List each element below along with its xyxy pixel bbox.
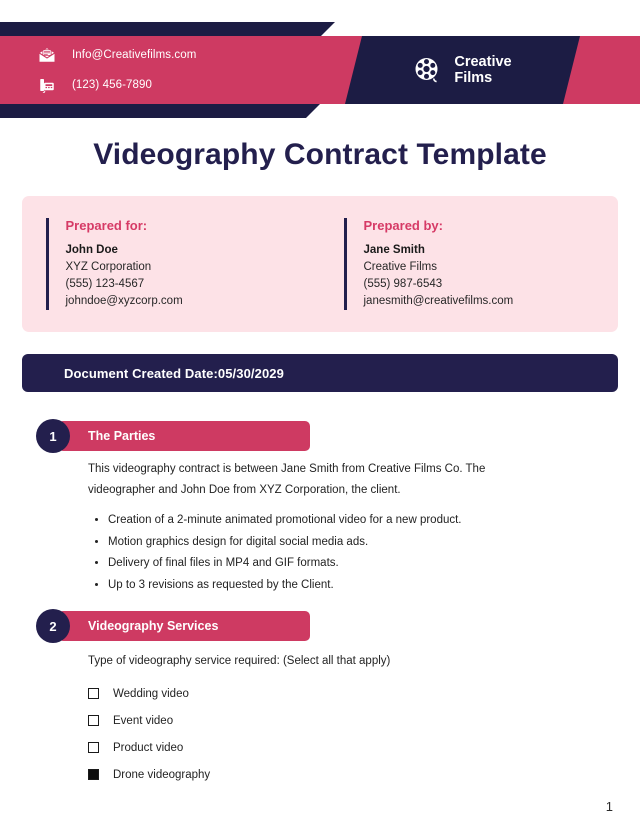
checkbox-label-wedding-video: Wedding video xyxy=(113,687,189,700)
section-2-number: 2 xyxy=(36,609,70,643)
section-1-bullet-list: Creation of a 2-minute animated promotio… xyxy=(108,511,548,598)
prepared-by-name: Jane Smith xyxy=(363,244,425,256)
prepared-for-accent-bar xyxy=(46,218,49,310)
brand-logo: Creative Films xyxy=(345,36,580,104)
prepared-parties-box: Prepared for: John Doe XYZ Corporation (… xyxy=(22,196,618,332)
prepared-for-phone: (555) 123-4567 xyxy=(65,278,145,290)
film-reel-icon xyxy=(413,54,445,86)
checkbox-event-video[interactable] xyxy=(88,715,99,726)
checkbox-row-product-video[interactable]: Product video xyxy=(88,734,508,761)
prepared-for-heading: Prepared for: xyxy=(65,218,148,233)
brand-line-2: Films xyxy=(454,70,493,86)
contact-phone-text: (123) 456-7890 xyxy=(72,79,153,91)
contact-email-text: Info@Creativefilms.com xyxy=(72,49,197,61)
prepared-by-heading: Prepared by: xyxy=(363,218,443,233)
brand-line-1: Creative xyxy=(454,53,512,70)
section-1-bar: The Parties xyxy=(58,421,310,451)
prepared-by-company: Creative Films xyxy=(363,261,437,273)
header-navy-bottom-stripe xyxy=(0,104,320,118)
checkbox-label-event-video: Event video xyxy=(113,714,174,727)
list-item: Up to 3 revisions as requested by the Cl… xyxy=(108,576,548,594)
checkbox-row-wedding-video[interactable]: Wedding video xyxy=(88,680,508,707)
section-header-videography-services: Videography Services 2 xyxy=(36,609,310,643)
checkbox-drone-videography[interactable] xyxy=(88,769,99,780)
checkbox-product-video[interactable] xyxy=(88,742,99,753)
list-item: Delivery of final files in MP4 and GIF f… xyxy=(108,554,548,572)
checkbox-label-drone-videography: Drone videography xyxy=(113,768,211,781)
header-contact-list: Info@Creativefilms.com (123) 456-7890 xyxy=(0,36,196,104)
section-2-paragraph: Type of videography service required: (S… xyxy=(88,655,391,667)
section-2-title: Videography Services xyxy=(88,619,219,633)
prepared-by-accent-bar xyxy=(344,218,347,310)
document-page: Info@Creativefilms.com (123) 456-7890 Cr… xyxy=(0,0,640,828)
document-created-date-banner: Document Created Date:05/30/2029 xyxy=(22,354,618,392)
section-1-paragraph: This videography contract is between Jan… xyxy=(88,463,486,497)
section-header-the-parties: The Parties 1 xyxy=(36,419,310,453)
document-header: Info@Creativefilms.com (123) 456-7890 Cr… xyxy=(0,0,640,132)
brand-logo-text: Creative Films xyxy=(454,54,511,86)
checkbox-wedding-video[interactable] xyxy=(88,688,99,699)
prepared-for-email: johndoe@xyzcorp.com xyxy=(65,295,183,307)
prepared-for-company: XYZ Corporation xyxy=(65,261,152,273)
videography-service-checklist: Wedding video Event video Product video … xyxy=(88,680,508,788)
list-item: Creation of a 2-minute animated promotio… xyxy=(108,511,548,529)
contact-email-row: Info@Creativefilms.com xyxy=(38,46,196,64)
contact-phone-row: (123) 456-7890 xyxy=(38,76,196,94)
checkbox-label-product-video: Product video xyxy=(113,741,184,754)
fax-phone-icon xyxy=(38,76,56,94)
prepared-by-phone: (555) 987-6543 xyxy=(363,278,443,290)
page-title: Videography Contract Template xyxy=(93,138,547,171)
prepared-by-column: Prepared by: Jane Smith Creative Films (… xyxy=(320,196,618,332)
prepared-for-column: Prepared for: John Doe XYZ Corporation (… xyxy=(22,196,320,332)
envelope-icon xyxy=(38,46,56,64)
prepared-for-name: John Doe xyxy=(65,244,118,256)
list-item: Motion graphics design for digital socia… xyxy=(108,533,548,551)
section-1-number: 1 xyxy=(36,419,70,453)
prepared-by-email: janesmith@creativefilms.com xyxy=(363,295,514,307)
header-navy-top-stripe xyxy=(0,22,335,36)
section-1-title: The Parties xyxy=(88,429,156,443)
checkbox-row-event-video[interactable]: Event video xyxy=(88,707,508,734)
checkbox-row-drone-videography[interactable]: Drone videography xyxy=(88,761,508,788)
page-number: 1 xyxy=(605,799,613,814)
section-2-bar: Videography Services xyxy=(58,611,310,641)
document-created-date-text: Document Created Date:05/30/2029 xyxy=(64,365,284,381)
